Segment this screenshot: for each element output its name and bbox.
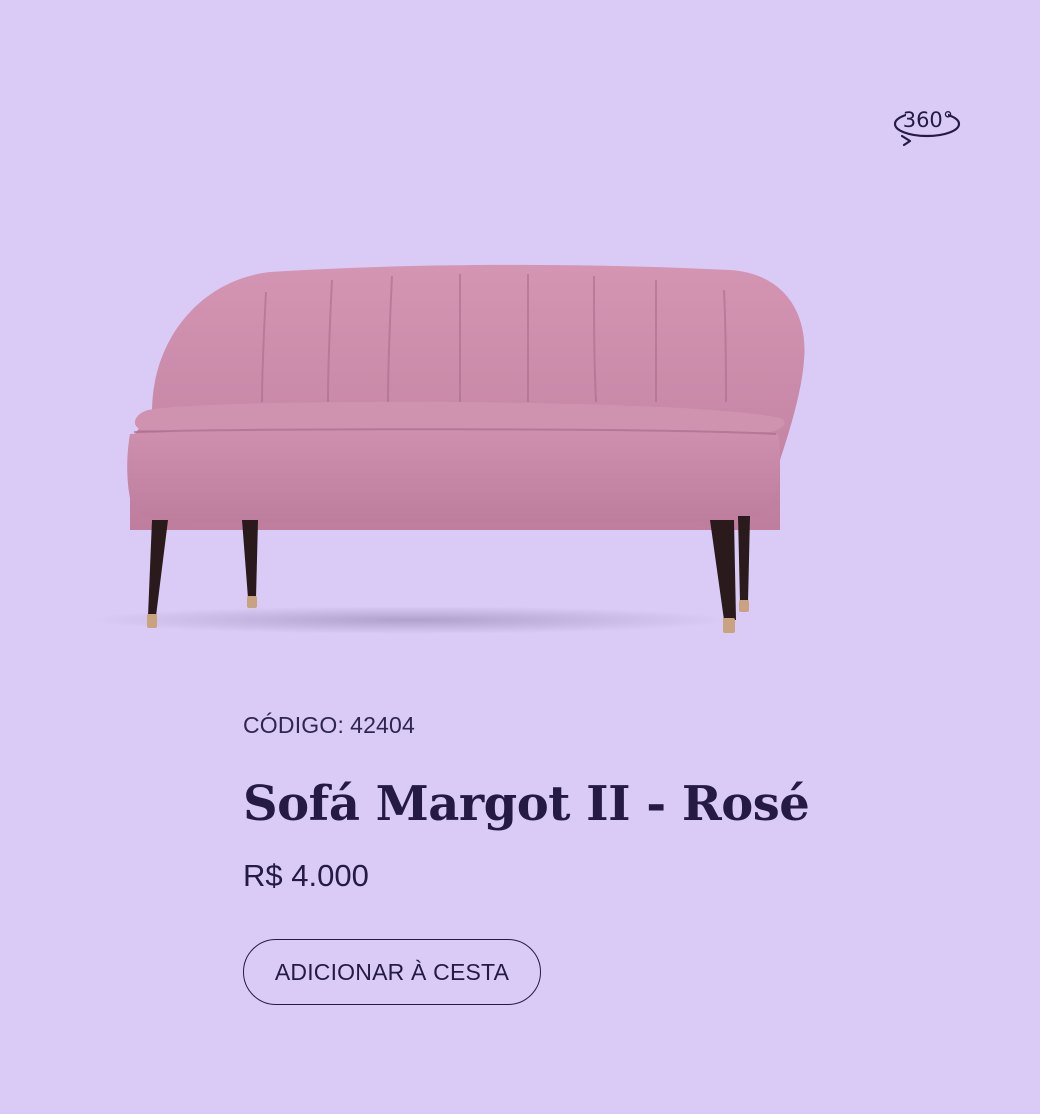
product-info: CÓDIGO: 42404 Sofá Margot II - Rosé R$ 4.…: [243, 706, 943, 1005]
sofa-base: [127, 429, 780, 522]
product-code-label: CÓDIGO:: [243, 712, 345, 738]
sofa-illustration: [90, 264, 805, 634]
360-label: 360°: [903, 108, 954, 132]
360-view-icon: 360°: [893, 108, 961, 147]
product-card: 360° CÓDIGO: 42404 Sofá Margot II - Rosé…: [0, 0, 1040, 1114]
product-title: Sofá Margot II - Rosé: [243, 776, 810, 832]
360-view-button[interactable]: 360°: [888, 96, 966, 150]
product-image: [90, 250, 830, 650]
sofa-shadow: [90, 606, 730, 634]
product-price: R$ 4.000: [243, 858, 369, 893]
product-code: CÓDIGO: 42404: [243, 706, 943, 744]
product-code-value: 42404: [350, 712, 416, 738]
add-to-cart-button[interactable]: ADICIONAR À CESTA: [243, 939, 541, 1005]
